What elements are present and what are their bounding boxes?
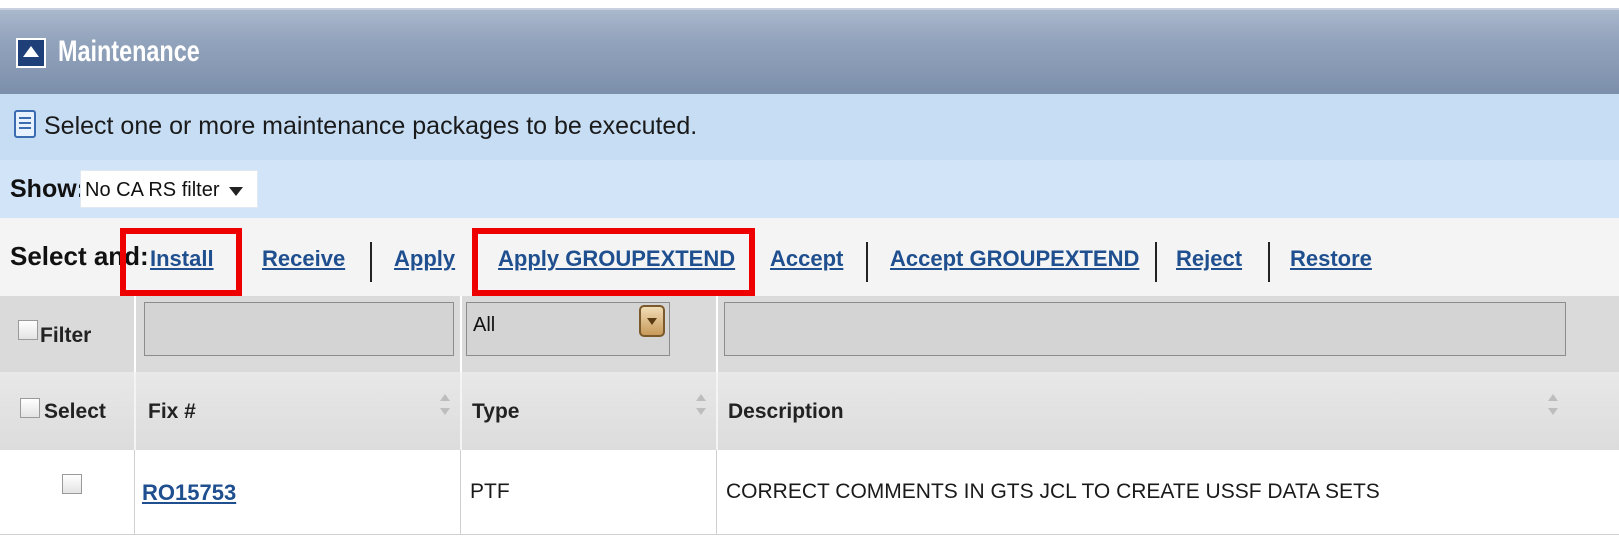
install-highlight-box [120,228,242,296]
filter-checkbox[interactable] [18,320,38,340]
row-type: PTF [470,480,510,503]
accept-groupextend-link[interactable]: Accept GROUPEXTEND [890,244,1139,274]
accept-link[interactable]: Accept [770,244,843,274]
apply-groupextend-highlight-box [472,228,755,296]
separator [866,242,868,282]
type-filter-select[interactable]: All [466,302,670,356]
table-row: RO15753 PTF CORRECT COMMENTS IN GTS JCL … [0,450,1619,535]
column-header-select: Select [44,400,106,423]
separator [1268,242,1270,282]
show-filter-value: No CA RS filter [85,179,220,201]
row-description: CORRECT COMMENTS IN GTS JCL TO CREATE US… [726,480,1380,503]
reject-link[interactable]: Reject [1176,244,1242,274]
show-label: Show: [10,175,85,203]
description-filter-input[interactable] [724,302,1566,356]
row-select-checkbox[interactable] [62,474,82,494]
dropdown-button-icon[interactable] [639,305,665,337]
filter-row: Filter All [0,296,1619,372]
sort-icon[interactable] [1548,394,1558,418]
column-divider [134,296,136,372]
apply-link[interactable]: Apply [394,244,455,274]
collapse-icon[interactable] [16,38,46,68]
select-all-checkbox[interactable] [20,398,40,418]
show-filter-select[interactable]: No CA RS filter [80,170,258,208]
column-divider [134,450,135,534]
column-divider [460,450,461,534]
column-header-description[interactable]: Description [728,400,844,424]
column-divider [716,372,718,450]
separator [370,242,372,282]
filter-label: Filter [40,324,92,347]
top-border [0,0,1619,8]
fix-filter-input[interactable] [144,302,454,356]
column-header-type[interactable]: Type [472,400,519,424]
fix-number-link[interactable]: RO15753 [142,480,236,506]
column-divider [460,372,462,450]
column-divider [460,296,462,372]
restore-link[interactable]: Restore [1290,244,1372,274]
info-message: Select one or more maintenance packages … [44,112,698,140]
actions-toolbar: Select and: Install Receive Apply Apply … [0,218,1619,297]
column-divider [134,372,136,450]
separator [1155,242,1157,282]
sort-icon[interactable] [440,394,450,418]
sort-icon[interactable] [696,394,706,418]
panel-title-bar: Maintenance [0,8,1619,94]
receive-link[interactable]: Receive [262,244,345,274]
column-divider [716,296,718,372]
table-header-row: Select Fix # Type Description [0,372,1619,451]
show-filter-row: Show: No CA RS filter [0,160,1619,218]
info-document-icon [14,110,36,138]
column-divider [716,450,717,534]
chevron-down-icon[interactable] [229,187,243,196]
panel-title: Maintenance [58,35,200,68]
column-header-fix[interactable]: Fix # [148,400,196,424]
type-filter-value: All [473,314,496,336]
info-message-row: Select one or more maintenance packages … [0,94,1619,160]
